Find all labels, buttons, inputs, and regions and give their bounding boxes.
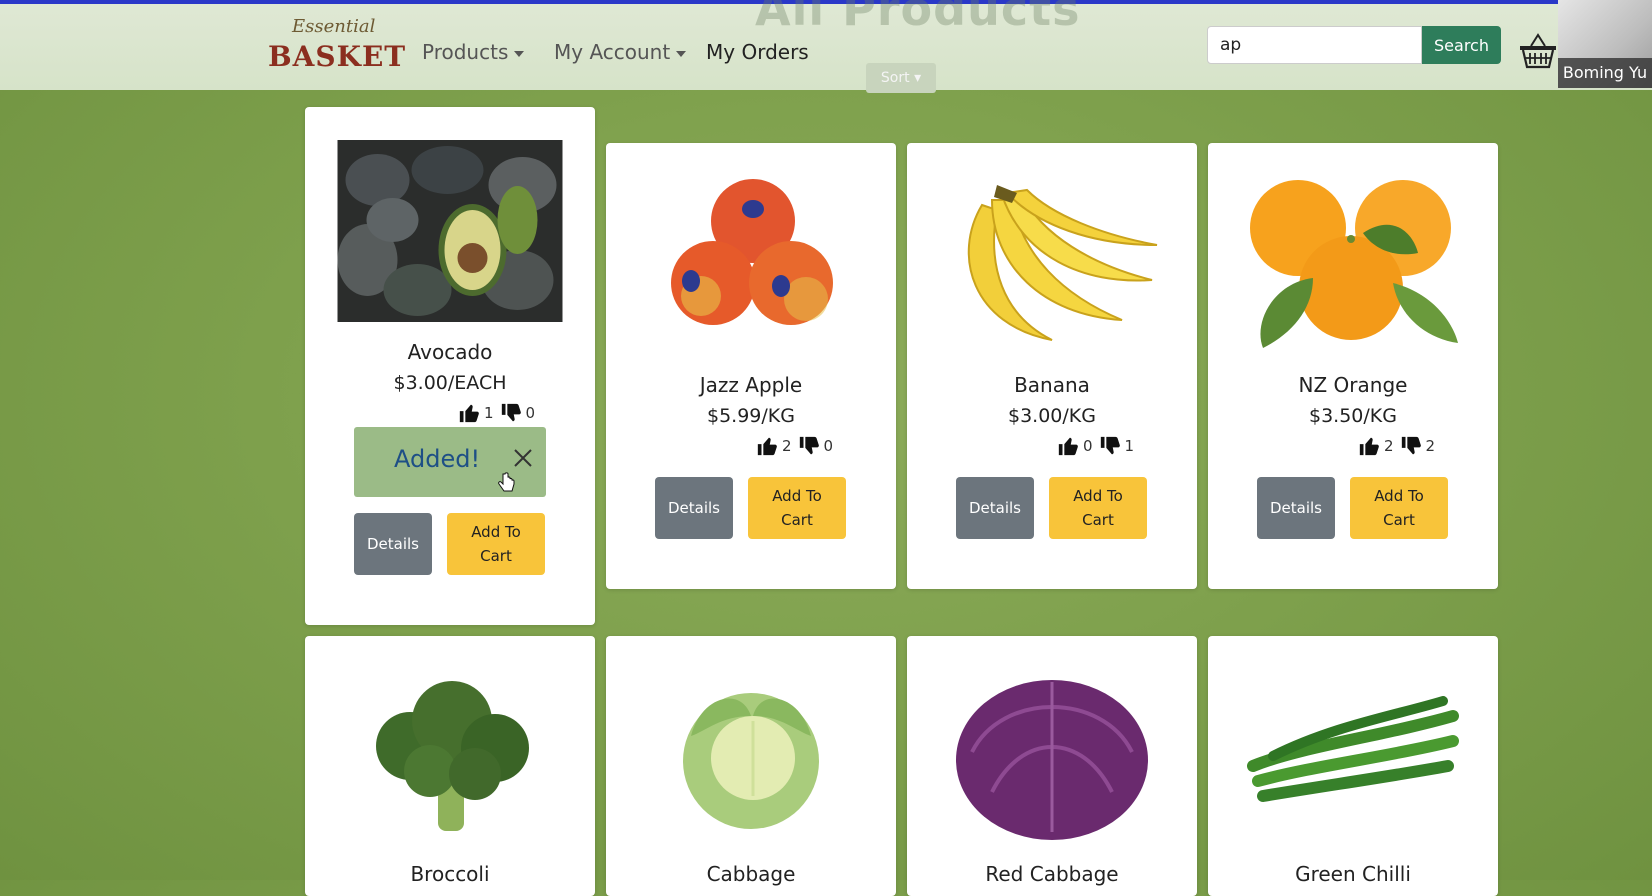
details-button[interactable]: Details — [655, 477, 733, 539]
search-input[interactable] — [1207, 26, 1422, 64]
chevron-down-icon — [676, 50, 687, 57]
product-name: Broccoli — [410, 862, 490, 886]
like-count: 2 — [782, 437, 792, 455]
thumbs-up-icon[interactable] — [1057, 435, 1079, 457]
product-card: Green Chilli — [1208, 636, 1498, 896]
product-votes: 1 0 — [458, 402, 541, 424]
product-name: Red Cabbage — [985, 862, 1119, 886]
sort-dropdown-button[interactable]: Sort ▾ — [866, 63, 936, 93]
product-card: Jazz Apple $5.99/KG 2 0 Details Add To C… — [606, 143, 896, 589]
navbar: All Products Essential BASKET Products M… — [0, 0, 1652, 90]
product-card: Broccoli — [305, 636, 595, 896]
added-toast: Added! — [354, 427, 546, 497]
page-heading: All Products — [755, 0, 1081, 36]
like-count: 1 — [484, 404, 494, 422]
broccoli-image — [376, 681, 529, 831]
thumbs-up-icon[interactable] — [458, 402, 480, 424]
product-card: Avocado $3.00/EACH 1 0 Details Add To Ca… — [305, 107, 595, 625]
product-card: Red Cabbage — [907, 636, 1197, 896]
add-to-cart-button[interactable]: Add To Cart — [1049, 477, 1147, 539]
search-button[interactable]: Search — [1422, 26, 1501, 64]
product-price: $3.50/KG — [1309, 405, 1397, 427]
dislike-count: 0 — [823, 437, 834, 455]
basket-icon[interactable] — [1518, 32, 1558, 70]
dislike-count: 2 — [1425, 437, 1436, 455]
logo-tagline: Essential — [292, 16, 376, 37]
product-name: Avocado — [407, 340, 493, 364]
like-count: 2 — [1384, 437, 1394, 455]
product-votes: 2 0 — [756, 435, 839, 457]
add-to-cart-button[interactable]: Add To Cart — [447, 513, 545, 575]
apple-image — [671, 179, 833, 325]
product-name: Jazz Apple — [699, 373, 803, 397]
close-icon[interactable] — [512, 447, 534, 469]
sort-label: Sort — [880, 70, 910, 86]
add-to-cart-button[interactable]: Add To Cart — [1350, 477, 1448, 539]
product-votes: 0 1 — [1057, 435, 1140, 457]
thumbs-down-icon[interactable] — [500, 402, 522, 424]
nav-my-orders-label: My Orders — [706, 40, 809, 64]
hand-cursor-icon — [498, 472, 515, 492]
product-votes: 2 2 — [1358, 435, 1441, 457]
product-price: $5.99/KG — [707, 405, 795, 427]
green-chilli-image — [1247, 696, 1459, 802]
nav-my-account-label: My Account — [554, 40, 671, 64]
product-name: NZ Orange — [1298, 373, 1408, 397]
banana-image — [967, 185, 1158, 341]
thumbs-up-icon[interactable] — [1358, 435, 1380, 457]
avocado-image — [337, 140, 563, 322]
thumbs-up-icon[interactable] — [756, 435, 778, 457]
nav-products-dropdown[interactable]: Products — [422, 40, 525, 64]
add-to-cart-button[interactable]: Add To Cart — [748, 477, 846, 539]
toast-message: Added! — [394, 445, 481, 473]
orange-image — [1250, 180, 1458, 348]
details-button[interactable]: Details — [956, 477, 1034, 539]
thumbs-down-icon[interactable] — [1099, 435, 1121, 457]
nav-products-label: Products — [422, 40, 509, 64]
logo[interactable]: Essential BASKET — [268, 16, 405, 76]
details-button[interactable]: Details — [354, 513, 432, 575]
nav-my-account-dropdown[interactable]: My Account — [554, 40, 687, 64]
details-button[interactable]: Details — [1257, 477, 1335, 539]
nav-my-orders[interactable]: My Orders — [706, 40, 809, 64]
product-price: $3.00/KG — [1008, 405, 1096, 427]
cabbage-image — [683, 693, 819, 829]
product-name: Cabbage — [706, 862, 796, 886]
product-name: Banana — [1014, 373, 1090, 397]
product-price: $3.00/EACH — [393, 372, 507, 394]
dislike-count: 0 — [525, 404, 536, 422]
red-cabbage-image — [956, 680, 1148, 840]
chevron-down-icon: ▾ — [914, 70, 922, 86]
thumbs-down-icon[interactable] — [798, 435, 820, 457]
product-card: Cabbage — [606, 636, 896, 896]
dislike-count: 1 — [1124, 437, 1135, 455]
like-count: 0 — [1083, 437, 1093, 455]
thumbs-down-icon[interactable] — [1400, 435, 1422, 457]
webcam-participant-name: Boming Yu — [1558, 58, 1652, 88]
product-name: Green Chilli — [1295, 862, 1411, 886]
product-card: Banana $3.00/KG 0 1 Details Add To Cart — [907, 143, 1197, 589]
logo-wordmark: BASKET — [268, 40, 407, 73]
product-card: NZ Orange $3.50/KG 2 2 Details Add To Ca… — [1208, 143, 1498, 589]
chevron-down-icon — [514, 50, 525, 57]
